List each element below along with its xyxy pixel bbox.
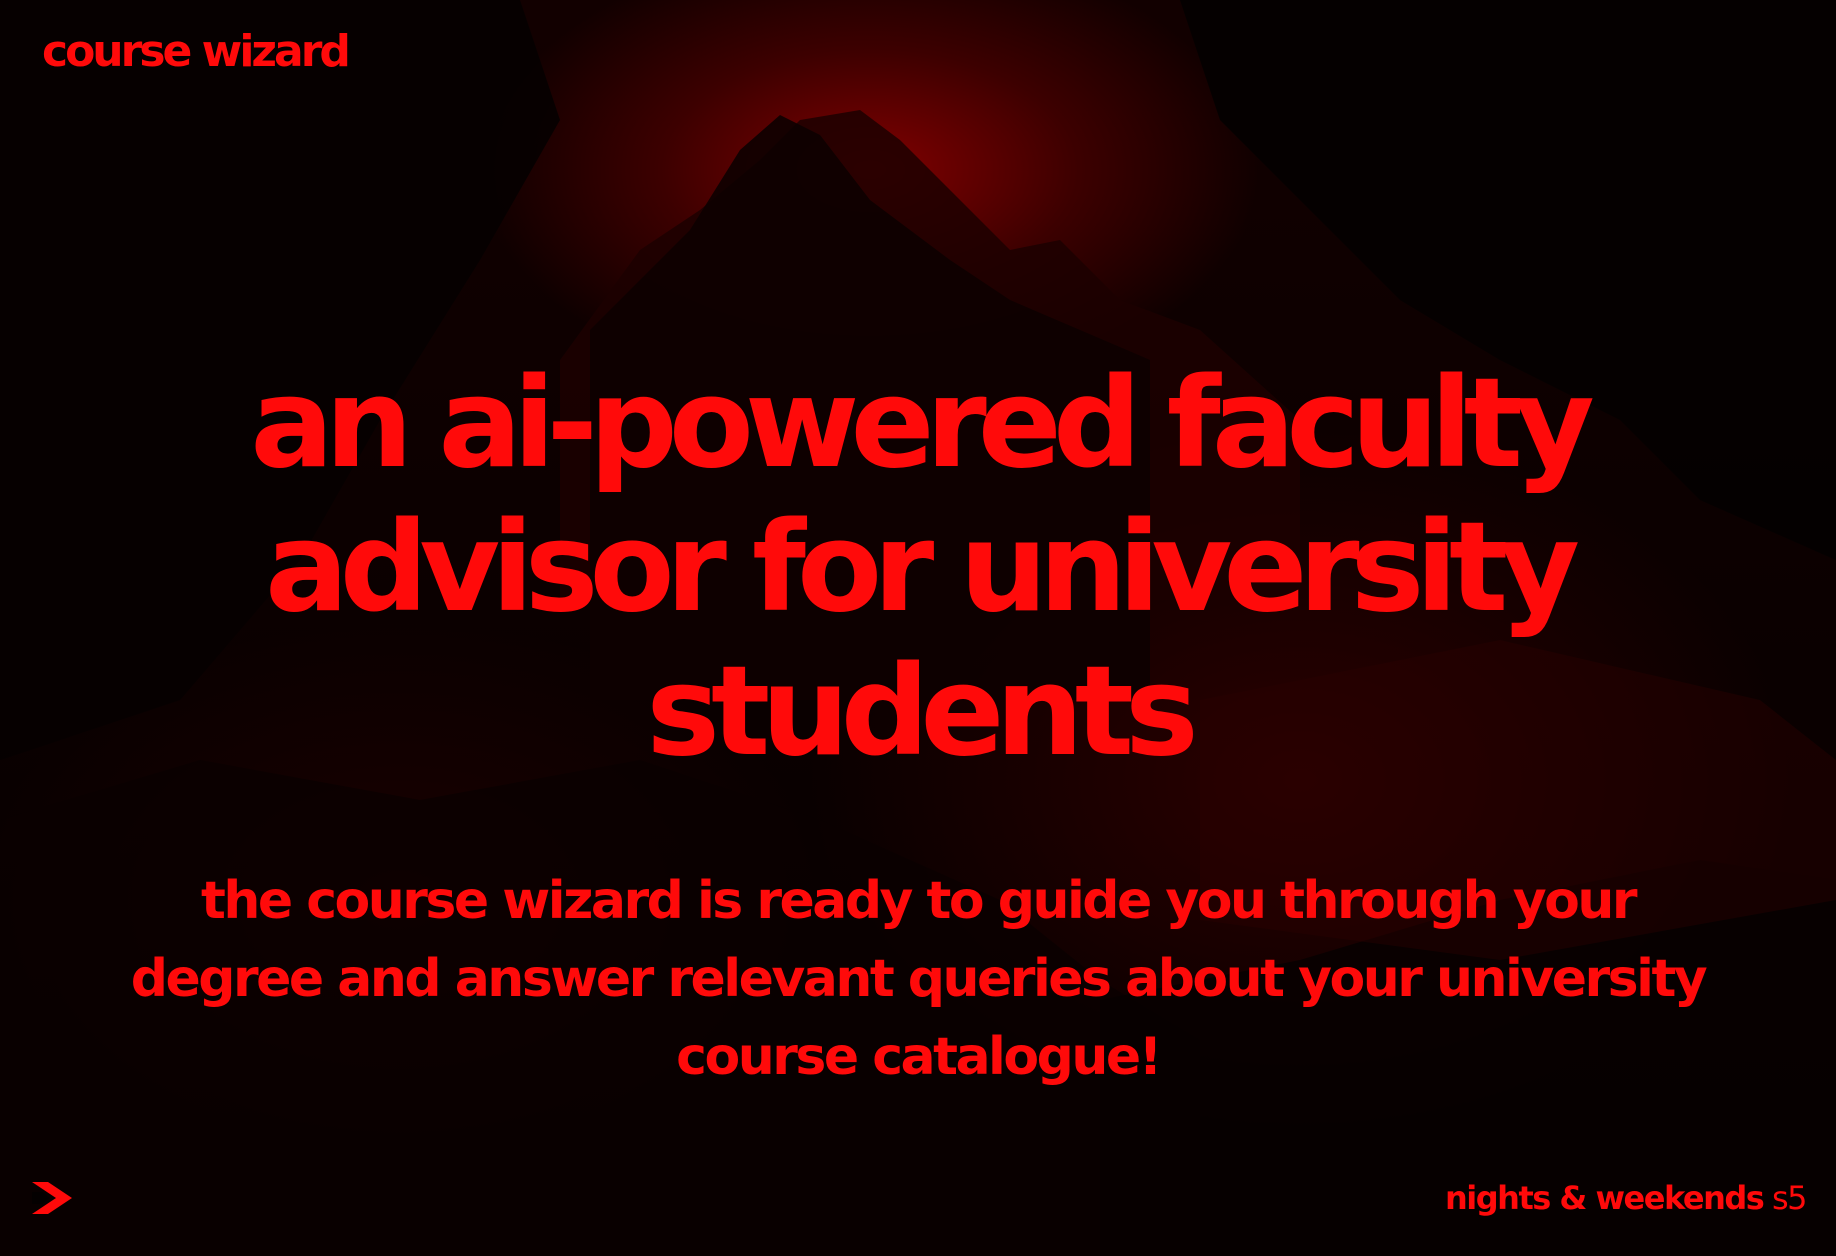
arrow-stack-logo-icon	[32, 1182, 72, 1214]
program-badge: nights & weekends s5	[1445, 1178, 1808, 1218]
brand-title: course wizard	[42, 26, 351, 77]
hero-headline: an ai-powered faculty advisor for univer…	[250, 352, 1595, 784]
slide: course wizard an ai-powered faculty advi…	[0, 0, 1836, 1256]
program-season: s5	[1771, 1179, 1808, 1217]
hero-tagline: the course wizard is ready to guide you …	[130, 871, 1708, 1087]
program-name: nights & weekends	[1445, 1179, 1765, 1217]
